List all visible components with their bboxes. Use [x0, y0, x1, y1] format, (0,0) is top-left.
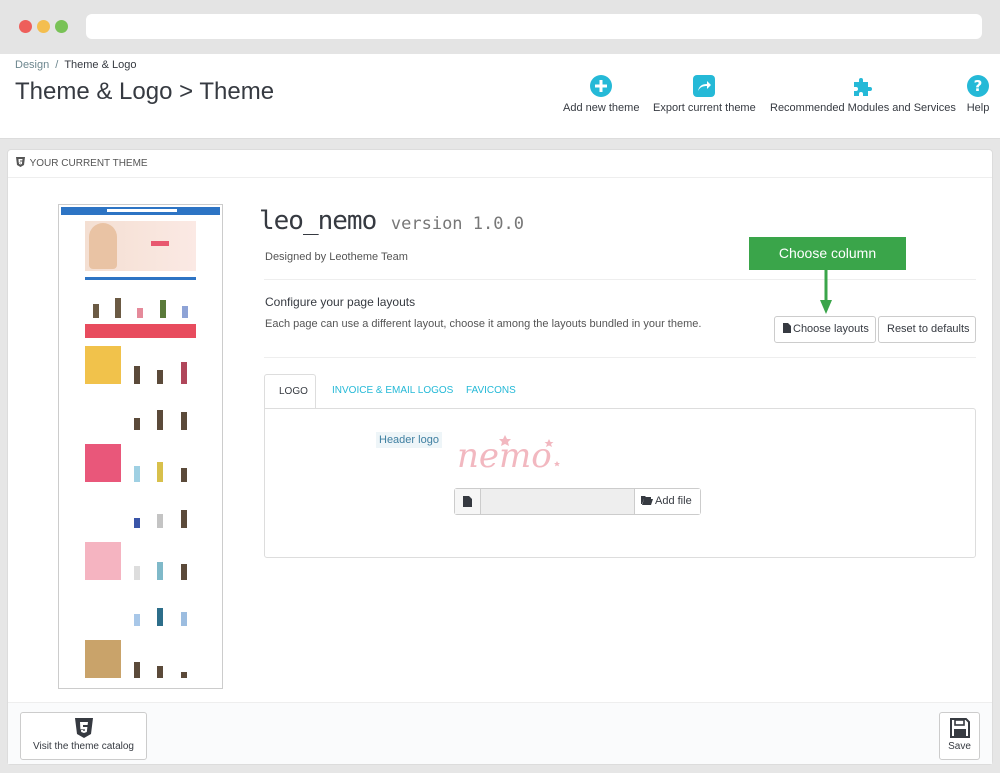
reset-to-defaults-label: Reset to defaults [887, 323, 970, 335]
share-icon [693, 75, 716, 97]
help-button[interactable]: ? Help [966, 74, 990, 114]
layouts-description: Each page can use a different layout, ch… [265, 318, 702, 330]
add-new-theme-button[interactable]: Add new theme [563, 74, 639, 114]
choose-layouts-label: Choose layouts [793, 323, 869, 335]
export-current-theme-label: Export current theme [653, 102, 756, 114]
layouts-title: Configure your page layouts [265, 295, 416, 309]
panel-heading-text: YOUR CURRENT THEME [29, 158, 148, 169]
choose-layouts-button[interactable]: Choose layouts [774, 316, 876, 343]
save-icon [949, 718, 970, 738]
maximize-window-dot[interactable] [55, 20, 68, 33]
panel-heading: YOUR CURRENT THEME [8, 150, 992, 178]
plus-circle-icon [590, 75, 613, 97]
logo-tab-content: Header logo nemo Add file [264, 408, 976, 558]
breadcrumb-parent[interactable]: Design [15, 59, 49, 71]
logo-file-input-group: Add file [454, 488, 701, 515]
logo-tabs: LOGO INVOICE & EMAIL LOGOS FAVICONS [264, 374, 976, 409]
html5-icon [74, 718, 93, 738]
page-title: Theme & Logo > Theme [15, 78, 275, 105]
choose-column-annotation: Choose column [749, 237, 906, 270]
file-icon [455, 489, 481, 514]
close-window-dot[interactable] [19, 20, 32, 33]
address-bar[interactable] [86, 14, 982, 39]
panel-footer: Visit the theme catalog Save [8, 702, 992, 764]
folder-open-icon [641, 496, 653, 505]
tab-logo[interactable]: LOGO [264, 374, 316, 409]
help-label: Help [966, 102, 990, 114]
export-current-theme-button[interactable]: Export current theme [653, 74, 756, 114]
recommended-modules-label: Recommended Modules and Services [770, 102, 956, 114]
theme-preview-image [58, 204, 223, 689]
visit-theme-catalog-label: Visit the theme catalog [33, 741, 134, 752]
header-logo-label: Header logo [376, 432, 442, 448]
divider [264, 279, 976, 280]
puzzle-icon [853, 78, 872, 96]
theme-name: leo_nemo version 1.0.0 [259, 206, 524, 236]
add-file-button[interactable]: Add file [634, 489, 700, 514]
browser-chrome [0, 0, 1000, 54]
minimize-window-dot[interactable] [37, 20, 50, 33]
help-circle-icon: ? [967, 75, 989, 97]
file-icon [783, 323, 791, 333]
theme-author: Designed by Leotheme Team [265, 251, 408, 263]
arrow-down-icon [820, 270, 832, 314]
add-new-theme-label: Add new theme [563, 102, 640, 114]
save-label: Save [948, 741, 971, 752]
visit-theme-catalog-button[interactable]: Visit the theme catalog [20, 712, 147, 760]
add-file-label: Add file [655, 495, 692, 507]
tab-favicons[interactable]: FAVICONS [452, 374, 530, 408]
tab-invoice-email-logos[interactable]: INVOICE & EMAIL LOGOS [318, 374, 467, 408]
breadcrumb: Design / Theme & Logo [15, 59, 137, 71]
divider [264, 357, 976, 358]
reset-to-defaults-button[interactable]: Reset to defaults [878, 316, 976, 343]
html5-icon [16, 157, 25, 167]
theme-name-text: leo_nemo [259, 206, 377, 236]
logo-file-field[interactable] [481, 489, 634, 514]
save-button[interactable]: Save [939, 712, 980, 760]
header-logo-image: nemo [457, 435, 560, 476]
recommended-modules-button[interactable]: Recommended Modules and Services [770, 74, 956, 114]
svg-text:?: ? [974, 77, 983, 95]
theme-version: version 1.0.0 [390, 214, 524, 234]
breadcrumb-current: Theme & Logo [64, 59, 137, 71]
current-theme-panel: YOUR CURRENT THEME leo_nemo version 1.0.… [7, 149, 993, 765]
